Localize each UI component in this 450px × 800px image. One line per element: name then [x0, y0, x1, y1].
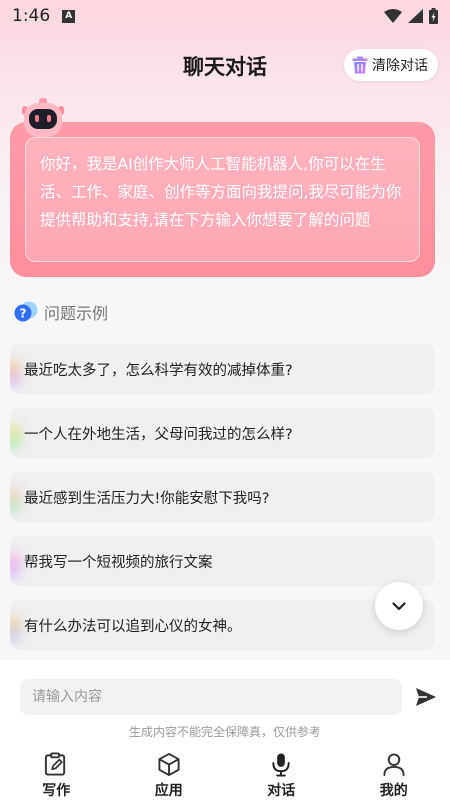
examples-header: ? 问题示例	[14, 300, 108, 324]
chevron-down-icon	[392, 601, 406, 610]
status-time: 1:46	[12, 6, 51, 26]
tab-profile[interactable]: 我的	[338, 745, 450, 800]
example-question-text: 一个人在外地生活，父母问我过的怎么样?	[24, 426, 293, 443]
decoration-blob	[10, 360, 22, 386]
send-icon	[416, 688, 436, 706]
example-question-3[interactable]: 最近感到生活压力大!你能安慰下我吗?	[10, 472, 435, 522]
wifi-icon	[384, 9, 402, 23]
clear-chat-label: 清除对话	[372, 58, 428, 74]
example-question-5[interactable]: 有什么办法可以追到心仪的女神。	[10, 600, 435, 650]
tab-writing[interactable]: 写作	[0, 745, 113, 800]
notification-icon: A	[62, 9, 76, 23]
example-question-text: 帮我写一个短视频的旅行文案	[24, 554, 213, 571]
clear-chat-button[interactable]: 清除对话	[344, 49, 438, 81]
page-title: 聊天对话	[183, 55, 267, 79]
example-question-2[interactable]: 一个人在外地生活，父母问我过的怎么样?	[10, 408, 435, 458]
decoration-blob	[10, 552, 22, 578]
decoration-blob	[10, 424, 22, 450]
tab-label: 应用	[154, 783, 183, 799]
disclaimer-text: 生成内容不能完全保障真，仅供参考	[128, 725, 321, 739]
trash-icon	[352, 56, 368, 74]
example-question-4[interactable]: 帮我写一个短视频的旅行文案	[10, 536, 435, 586]
decoration-blob	[10, 488, 22, 514]
example-question-text: 最近吃太多了，怎么科学有效的减掉体重?	[24, 362, 293, 379]
status-bar: 1:46 A	[0, 0, 450, 32]
message-input[interactable]	[20, 679, 402, 715]
example-question-text: 有什么办法可以追到心仪的女神。	[24, 618, 242, 635]
decoration-blob	[10, 616, 22, 642]
microphone-icon	[272, 753, 290, 777]
robot-avatar-icon	[22, 98, 64, 137]
svg-text:?: ?	[20, 307, 27, 321]
example-question-1[interactable]: 最近吃太多了，怎么科学有效的减掉体重?	[10, 344, 435, 394]
signal-icon	[408, 9, 423, 23]
send-button[interactable]	[413, 684, 439, 710]
user-icon	[383, 753, 405, 777]
example-question-text: 最近感到生活压力大!你能安慰下我吗?	[24, 490, 270, 507]
tab-apps[interactable]: 应用	[113, 745, 226, 800]
bottom-tab-bar: 写作 应用 对话 我的	[0, 745, 450, 800]
scroll-down-button[interactable]	[375, 582, 423, 630]
page-header: 聊天对话 清除对话	[0, 44, 450, 88]
welcome-message: 你好，我是AI创作大师人工智能机器人,你可以在生活、工作、家庭、创作等方面向我提…	[25, 137, 420, 262]
tab-label: 我的	[379, 783, 408, 799]
tab-label: 对话	[267, 783, 296, 799]
tab-label: 写作	[42, 783, 71, 799]
input-area: 生成内容不能完全保障真，仅供参考	[0, 660, 450, 750]
tab-chat[interactable]: 对话	[225, 745, 338, 800]
examples-title: 问题示例	[44, 304, 109, 323]
battery-icon	[429, 8, 438, 24]
pen-icon	[45, 752, 66, 776]
cube-icon	[158, 752, 180, 777]
question-bubble-icon: ?	[14, 301, 38, 322]
welcome-card: 你好，我是AI创作大师人工智能机器人,你可以在生活、工作、家庭、创作等方面向我提…	[10, 122, 435, 277]
